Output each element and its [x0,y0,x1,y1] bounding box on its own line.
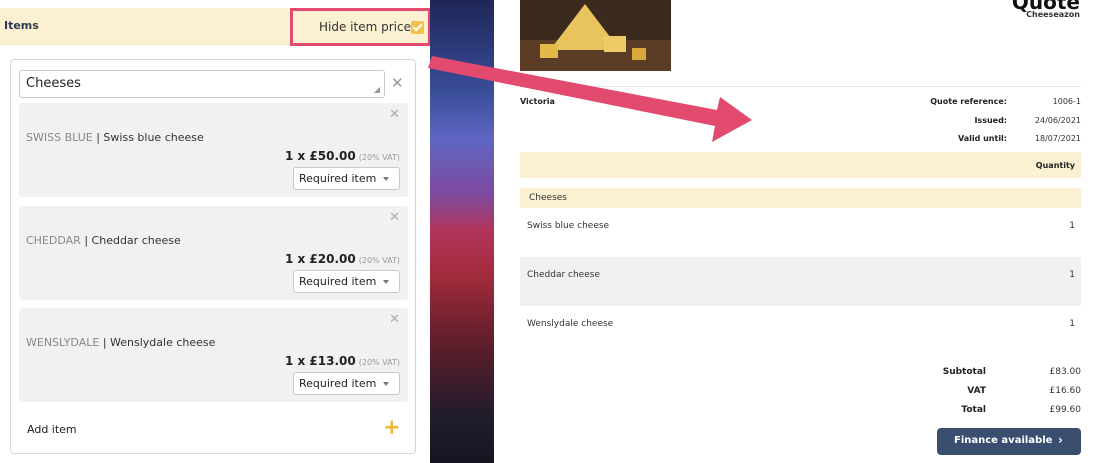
item-requirement-value: Required item [299,275,377,288]
quote-row-name: Wenslydale cheese [527,319,614,329]
item-title: CHEDDAR | Cheddar cheese [26,234,181,247]
subtotal-value: £83.00 [1049,367,1082,377]
item-vat: (20% VAT) [358,256,400,265]
quote-section-header: Cheeses [520,188,1081,208]
quote-row: Swiss blue cheese 1 [520,208,1081,257]
divider [520,86,1081,87]
item-name: Wenslydale cheese [110,336,216,349]
vat-label: VAT [967,386,986,396]
item-name: Swiss blue cheese [103,131,204,144]
subtotal-label: Subtotal [942,367,986,377]
close-icon[interactable]: ✕ [389,107,400,122]
item-requirement-select[interactable]: Required item [293,372,400,395]
quantity-column-header: Quantity [1035,161,1075,170]
desktop-wallpaper-strip [430,0,494,463]
hide-item-prices-checkbox[interactable] [411,21,424,34]
item-code: WENSLYDALE [26,336,100,349]
company-name: Cheeseazon [1026,10,1080,19]
total-label: Total [961,405,986,415]
hide-item-prices-label: Hide item prices [319,20,418,34]
total-value: £99.60 [1049,405,1082,415]
item-requirement-select[interactable]: Required item [293,270,400,293]
item-card-wenslydale: ✕ WENSLYDALE | Wenslydale cheese 1 x £13… [19,308,408,402]
customer-name: Victoria [520,97,555,106]
quote-preview-panel: Quote Cheeseazon Victoria Quote referenc… [494,0,1120,463]
items-header-bar: Items Hide item prices [0,8,431,46]
item-card-swiss-blue: ✕ SWISS BLUE | Swiss blue cheese 1 x £50… [19,103,408,197]
item-price-value: 1 x £20.00 [284,252,356,266]
item-separator: | [96,131,100,144]
issued-value: 24/06/2021 [1034,116,1081,125]
add-item-label[interactable]: Add item [27,423,77,436]
quote-row: Wenslydale cheese 1 [520,306,1081,355]
item-requirement-value: Required item [299,172,377,185]
items-title: Items [4,19,39,32]
quote-row-qty: 1 [1069,319,1075,329]
close-icon[interactable]: ✕ [389,210,400,225]
item-price: 1 x £20.00 (20% VAT) [285,252,400,266]
item-vat: (20% VAT) [358,358,400,367]
chevron-down-icon [383,382,389,386]
item-separator: | [102,336,107,349]
quote-row-qty: 1 [1069,270,1075,280]
chevron-down-icon [383,280,389,284]
quote-row: Cheddar cheese 1 [520,257,1081,306]
finance-button-label: Finance available [954,435,1053,446]
chevron-down-icon [383,177,389,181]
quote-row-name: Cheddar cheese [527,270,600,280]
item-price-value: 1 x £50.00 [284,149,356,163]
item-price: 1 x £13.00 (20% VAT) [285,354,400,368]
cheese-photo [520,0,671,71]
item-editor-panel: Items Hide item prices Cheeses ◢ ✕ ✕ SWI… [0,0,431,463]
item-separator: | [84,234,89,247]
item-title: SWISS BLUE | Swiss blue cheese [26,131,204,144]
item-vat: (20% VAT) [358,153,400,162]
vat-value: £16.60 [1049,386,1082,396]
item-requirement-select[interactable]: Required item [293,167,400,190]
quote-table-header: Quantity [520,152,1081,178]
group-name-value: Cheeses [26,76,81,91]
valid-until-label: Valid until: [957,134,1007,143]
close-icon[interactable]: ✕ [389,312,400,327]
quote-row-qty: 1 [1069,221,1075,231]
issued-label: Issued: [974,116,1007,125]
valid-until-value: 18/07/2021 [1034,134,1081,143]
finance-available-button[interactable]: Finance available › [937,428,1081,455]
item-name: Cheddar cheese [91,234,181,247]
item-price-value: 1 x £13.00 [284,354,356,368]
quote-reference-label: Quote reference: [930,97,1007,106]
item-price: 1 x £50.00 (20% VAT) [285,149,400,163]
close-icon[interactable]: ✕ [391,74,404,92]
item-code: CHEDDAR [26,234,81,247]
item-requirement-value: Required item [299,377,377,390]
hide-item-prices-toggle[interactable]: Hide item prices [290,8,431,46]
resize-grip-icon[interactable]: ◢ [374,85,380,94]
item-card-cheddar: ✕ CHEDDAR | Cheddar cheese 1 x £20.00 (20… [19,206,408,300]
item-title: WENSLYDALE | Wenslydale cheese [26,336,215,349]
item-code: SWISS BLUE [26,131,93,144]
plus-icon[interactable]: + [383,415,401,439]
section-title: Cheeses [529,193,567,203]
quote-reference-value: 1006-1 [1052,97,1081,106]
quote-row-name: Swiss blue cheese [527,221,610,231]
item-group: Cheeses ◢ ✕ ✕ SWISS BLUE | Swiss blue ch… [10,59,416,454]
chevron-right-icon: › [1058,433,1063,447]
group-name-input[interactable]: Cheeses ◢ [19,70,385,98]
